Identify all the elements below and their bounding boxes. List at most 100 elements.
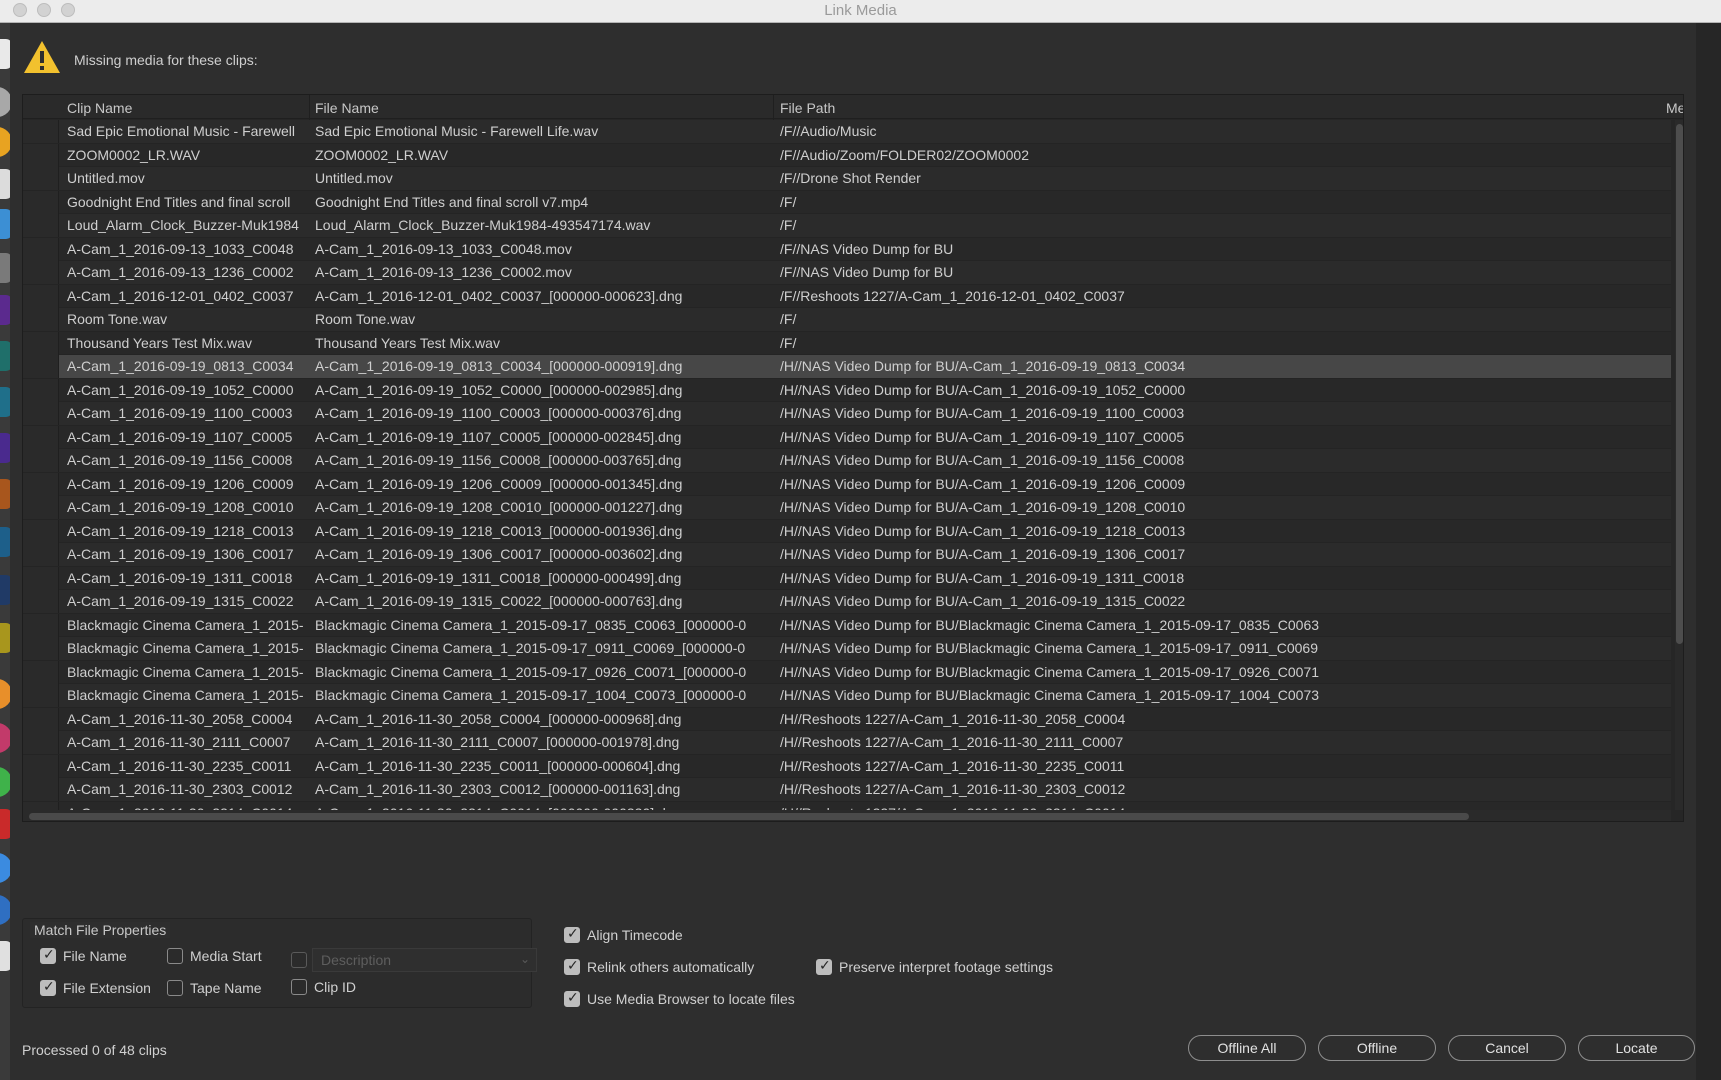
checkbox-label: Align Timecode (587, 927, 683, 943)
row-number-cell (23, 237, 59, 261)
system-app-icon[interactable] (0, 87, 10, 117)
file-name-cell: A-Cam_1_2016-11-30_2235_C0011_[000000-00… (315, 757, 681, 774)
description-dropdown-value: Description (321, 952, 392, 968)
adobe-app-icon[interactable] (0, 387, 10, 417)
warning-icon (24, 41, 60, 73)
checkbox-box[interactable] (291, 979, 307, 995)
checkbox-box[interactable] (291, 952, 307, 968)
column-header-file-path[interactable]: File Path (780, 100, 835, 116)
document-icon[interactable] (0, 941, 10, 971)
finder-icon[interactable] (0, 39, 10, 69)
column-header-media[interactable]: Me (1666, 100, 1683, 116)
app-icon[interactable] (0, 809, 10, 839)
table-row[interactable]: A-Cam_1_2016-09-19_1208_C0010 A-Cam_1_201… (23, 496, 1671, 520)
file-path-cell: /H//Reshoots 1227/A-Cam_1_2016-11-30_205… (780, 710, 1126, 727)
table-row[interactable]: A-Cam_1_2016-12-01_0402_C0037 A-Cam_1_201… (23, 284, 1671, 308)
app-store-icon[interactable] (0, 169, 10, 199)
table-row[interactable]: A-Cam_1_2016-09-19_1218_C0013 A-Cam_1_201… (23, 519, 1671, 543)
spotify-icon[interactable] (0, 767, 10, 797)
table-row[interactable]: A-Cam_1_2016-09-19_1156_C0008 A-Cam_1_201… (23, 449, 1671, 473)
media-start-checkbox[interactable]: Media Start (167, 948, 262, 964)
checkbox-box[interactable] (40, 978, 56, 996)
clip-name-cell: Blackmagic Cinema Camera_1_2015- (67, 640, 304, 656)
checkbox-box[interactable] (167, 948, 183, 964)
row-number-cell (23, 613, 59, 637)
adobe-app-icon[interactable] (0, 527, 10, 557)
table-row[interactable]: A-Cam_1_2016-09-13_1236_C0002 A-Cam_1_201… (23, 261, 1671, 285)
table-row[interactable]: Goodnight End Titles and final scroll Goo… (23, 190, 1671, 214)
adobe-app-icon[interactable] (0, 575, 10, 605)
row-number-cell (23, 637, 59, 660)
offline-button[interactable]: Offline (1318, 1035, 1436, 1061)
file-extension-checkbox[interactable]: File Extension (40, 978, 151, 996)
row-number-cell (23, 261, 59, 284)
adobe-app-icon[interactable] (0, 623, 10, 653)
table-row[interactable]: Blackmagic Cinema Camera_1_2015- Blackmag… (23, 637, 1671, 661)
missing-clips-table[interactable]: Clip Name File Name File Path Me Sad Epi… (22, 94, 1684, 822)
checkbox-box[interactable] (564, 925, 580, 943)
row-number-cell (23, 308, 59, 331)
table-row[interactable]: A-Cam_1_2016-09-19_1100_C0003 A-Cam_1_201… (23, 402, 1671, 426)
table-row[interactable]: A-Cam_1_2016-09-19_1315_C0022 A-Cam_1_201… (23, 590, 1671, 614)
table-row[interactable]: A-Cam_1_2016-09-13_1033_C0048 A-Cam_1_201… (23, 237, 1671, 261)
column-header-file-name[interactable]: File Name (315, 100, 379, 116)
locate-button[interactable]: Locate (1578, 1035, 1695, 1061)
checkbox-box[interactable] (564, 989, 580, 1007)
table-row[interactable]: Untitled.mov Untitled.mov/F//Drone Shot R… (23, 167, 1671, 191)
adobe-app-icon[interactable] (0, 479, 10, 509)
table-row[interactable]: A-Cam_1_2016-11-30_2058_C0004 A-Cam_1_201… (23, 707, 1671, 731)
checkbox-box[interactable] (564, 957, 580, 975)
table-row[interactable]: Room Tone.wav Room Tone.wav/F/ (23, 308, 1671, 332)
row-number-cell (23, 778, 59, 801)
use-media-browser-checkbox[interactable]: Use Media Browser to locate files (564, 989, 795, 1007)
table-row[interactable]: A-Cam_1_2016-11-30_2235_C0011 A-Cam_1_201… (23, 754, 1671, 778)
table-row[interactable]: A-Cam_1_2016-09-19_1306_C0017 A-Cam_1_201… (23, 543, 1671, 567)
table-row[interactable]: Sad Epic Emotional Music - Farewell Sad E… (23, 120, 1671, 144)
utility-app-icon[interactable] (0, 253, 10, 283)
mail-icon[interactable] (0, 209, 10, 239)
table-row[interactable]: Blackmagic Cinema Camera_1_2015- Blackmag… (23, 613, 1671, 637)
table-row[interactable]: A-Cam_1_2016-09-19_1311_C0018 A-Cam_1_201… (23, 566, 1671, 590)
adobe-app-icon[interactable] (0, 433, 10, 463)
tape-name-checkbox[interactable]: Tape Name (167, 980, 262, 996)
dock-edge (0, 23, 10, 1080)
premiere-app-icon[interactable] (0, 295, 10, 325)
table-row[interactable]: A-Cam_1_2016-09-19_0813_C0034 A-Cam_1_201… (23, 355, 1671, 379)
table-row[interactable]: ZOOM0002_LR.WAV ZOOM0002_LR.WAV/F//Audio/… (23, 143, 1671, 167)
preserve-interpret-checkbox[interactable]: Preserve interpret footage settings (816, 957, 1053, 975)
file-path-cell: /F//Audio/Zoom/FOLDER02/ZOOM0002 (780, 146, 1029, 163)
row-number-cell (23, 519, 59, 543)
checkbox-box[interactable] (167, 980, 183, 996)
horizontal-scrollbar-thumb[interactable] (29, 813, 1469, 820)
checkbox-box[interactable] (40, 946, 56, 964)
table-row[interactable]: Loud_Alarm_Clock_Buzzer-Muk1984 Loud_Alar… (23, 214, 1671, 238)
music-app-icon[interactable] (0, 723, 10, 753)
table-row[interactable]: A-Cam_1_2016-09-19_1206_C0009 A-Cam_1_201… (23, 472, 1671, 496)
adobe-app-icon[interactable] (0, 341, 10, 371)
table-row[interactable]: Blackmagic Cinema Camera_1_2015- Blackmag… (23, 684, 1671, 708)
offline-all-button[interactable]: Offline All (1188, 1035, 1306, 1061)
horizontal-scrollbar[interactable] (23, 810, 1671, 821)
cancel-button[interactable]: Cancel (1448, 1035, 1566, 1061)
table-row[interactable]: Blackmagic Cinema Camera_1_2015- Blackmag… (23, 660, 1671, 684)
app-icon[interactable] (0, 679, 10, 709)
align-timecode-checkbox[interactable]: Align Timecode (564, 925, 683, 943)
file-path-cell: /H//NAS Video Dump for BU/A-Cam_1_2016-0… (780, 593, 1186, 609)
vertical-scrollbar-thumb[interactable] (1676, 124, 1683, 644)
description-checkbox[interactable] (291, 952, 314, 968)
table-row[interactable]: A-Cam_1_2016-11-30_2111_C0007 A-Cam_1_201… (23, 731, 1671, 755)
clip-id-checkbox[interactable]: Clip ID (291, 979, 356, 995)
table-row[interactable]: Thousand Years Test Mix.wav Thousand Year… (23, 331, 1671, 355)
table-row[interactable]: A-Cam_1_2016-11-30_2314_C0014A-Cam_1_201… (23, 801, 1671, 810)
file-name-checkbox[interactable]: File Name (40, 946, 127, 964)
table-row[interactable]: A-Cam_1_2016-09-19_1052_C0000 A-Cam_1_201… (23, 378, 1671, 402)
browser-icon[interactable] (0, 127, 10, 157)
column-header-clip-name[interactable]: Clip Name (67, 100, 132, 116)
table-row[interactable]: A-Cam_1_2016-11-30_2303_C0012 A-Cam_1_201… (23, 778, 1671, 802)
app-icon[interactable] (0, 895, 10, 925)
table-row[interactable]: A-Cam_1_2016-09-19_1107_C0005 A-Cam_1_201… (23, 425, 1671, 449)
checkbox-box[interactable] (816, 957, 832, 975)
vertical-scrollbar[interactable] (1675, 120, 1683, 810)
relink-others-checkbox[interactable]: Relink others automatically (564, 957, 754, 975)
app-icon[interactable] (0, 853, 10, 883)
